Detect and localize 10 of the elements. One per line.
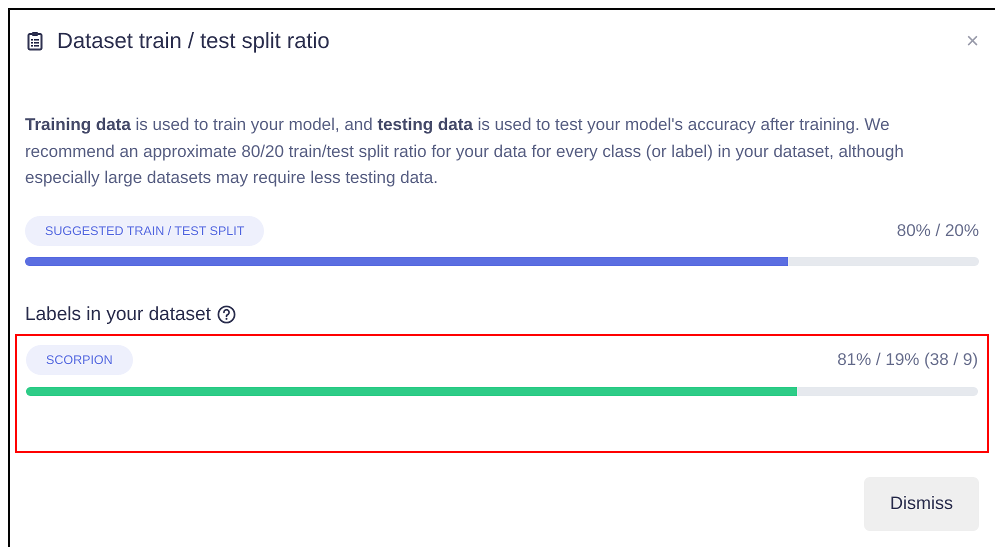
dialog-title: Dataset train / test split ratio [57,28,330,54]
split-reading: 80% / 20% [896,220,979,240]
clipboard-icon [27,31,43,51]
dismiss-button[interactable]: Dismiss [864,476,979,530]
split-tag: SUGGESTED TRAIN / TEST SPLIT [25,216,264,246]
label-tag: SCORPION [26,344,133,374]
help-icon[interactable] [216,305,236,324]
description-text: Training data is used to train your model, and testing data is used to test your model's accuracy after training. We recommend an approximate 80/20 train/test split ratio for your data for every class (or label) in your dataset, although especially large datasets may require less testing data. [25,114,905,189]
label-reading: 81% / 19% (38 / 9) [837,350,978,370]
section-heading: Labels in your dataset [25,304,211,326]
